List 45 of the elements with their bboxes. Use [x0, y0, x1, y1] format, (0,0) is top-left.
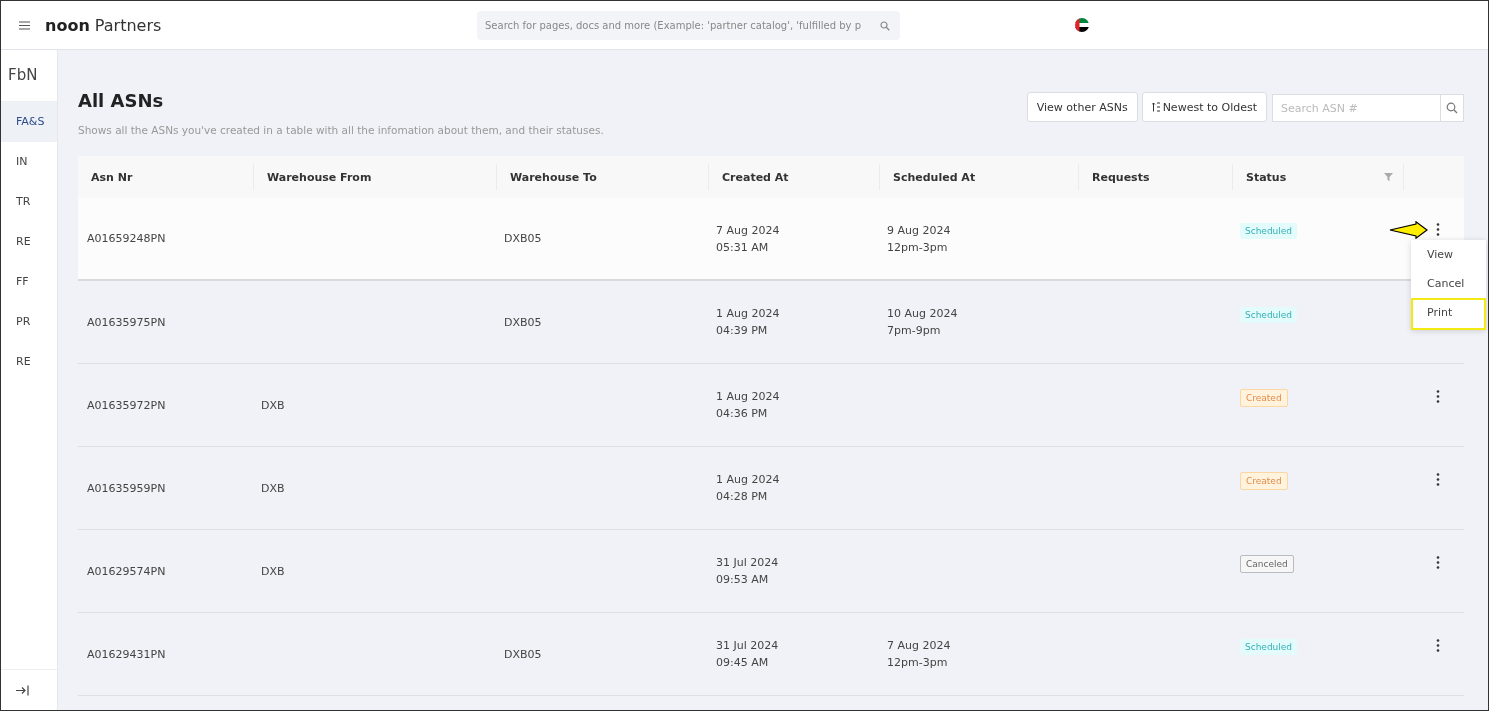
column-header: Scheduled At [893, 170, 976, 184]
table-cell-text: 7 Aug 2024 [716, 222, 780, 239]
table-cell-text: A01629431PN [87, 646, 166, 663]
table-cell-text: 7 Aug 2024 [887, 638, 951, 654]
table-cell-text: 7pm-9pm [887, 323, 941, 339]
status-badge: Created [1240, 388, 1288, 407]
table-cell-text: 1 Aug 2024 [716, 389, 780, 405]
table-cell-text: 9 Aug 2024 [887, 222, 951, 239]
column-header: Warehouse To [510, 170, 597, 184]
table-cell-text: 04:36 PM [716, 406, 768, 422]
table-cell-text: 09:53 AM [716, 572, 769, 588]
column-header: Warehouse From [267, 170, 372, 184]
status-badge: Scheduled [1240, 306, 1298, 323]
status-badge: Scheduled [1240, 223, 1298, 239]
column-header: Status [1246, 170, 1287, 184]
status-badge: Created [1240, 471, 1288, 490]
table-cell-text: 04:28 PM [716, 489, 768, 505]
page-description: Shows all the ASNs you've created in a table with all the infomation about them, and their statuses. [78, 124, 604, 136]
column-header: Requests [1092, 170, 1150, 184]
table-cell-text: 12pm-3pm [887, 239, 948, 256]
table-cell-text: 05:31 AM [716, 239, 769, 256]
table-cell-text: 04:39 PM [716, 323, 768, 339]
status-badge: Canceled [1240, 554, 1294, 573]
table-cell-text: DXB [261, 480, 285, 497]
table-cell-text: 09:45 AM [716, 655, 769, 671]
table-cell-text: A01635975PN [87, 314, 166, 331]
table-cell-text: 1 Aug 2024 [716, 306, 780, 322]
column-header: Created At [722, 170, 789, 184]
table-cell-text: 31 Jul 2024 [716, 638, 779, 654]
table-cell-text: DXB05 [504, 314, 542, 331]
table-cell-text: 12pm-3pm [887, 655, 948, 671]
table-cell-text: A01635959PN [87, 480, 166, 497]
column-header: Asn Nr [91, 170, 133, 184]
table-cell-text: A01629574PN [87, 563, 166, 580]
table-cell-text: 10 Aug 2024 [887, 306, 958, 322]
table-cell-text: DXB [261, 397, 285, 414]
table-cell-text: A01635972PN [87, 397, 166, 414]
status-badge: Scheduled [1240, 638, 1298, 655]
table-cell-text: 1 Aug 2024 [716, 472, 780, 488]
table-cell-text: 31 Jul 2024 [716, 555, 779, 571]
table-cell-text: DXB [261, 563, 285, 580]
table-cell-text: DXB05 [504, 646, 542, 663]
table-cell-text: DXB05 [504, 231, 542, 247]
page-title: All ASNs [78, 90, 165, 111]
table-cell-text: A01659248PN [87, 231, 166, 247]
